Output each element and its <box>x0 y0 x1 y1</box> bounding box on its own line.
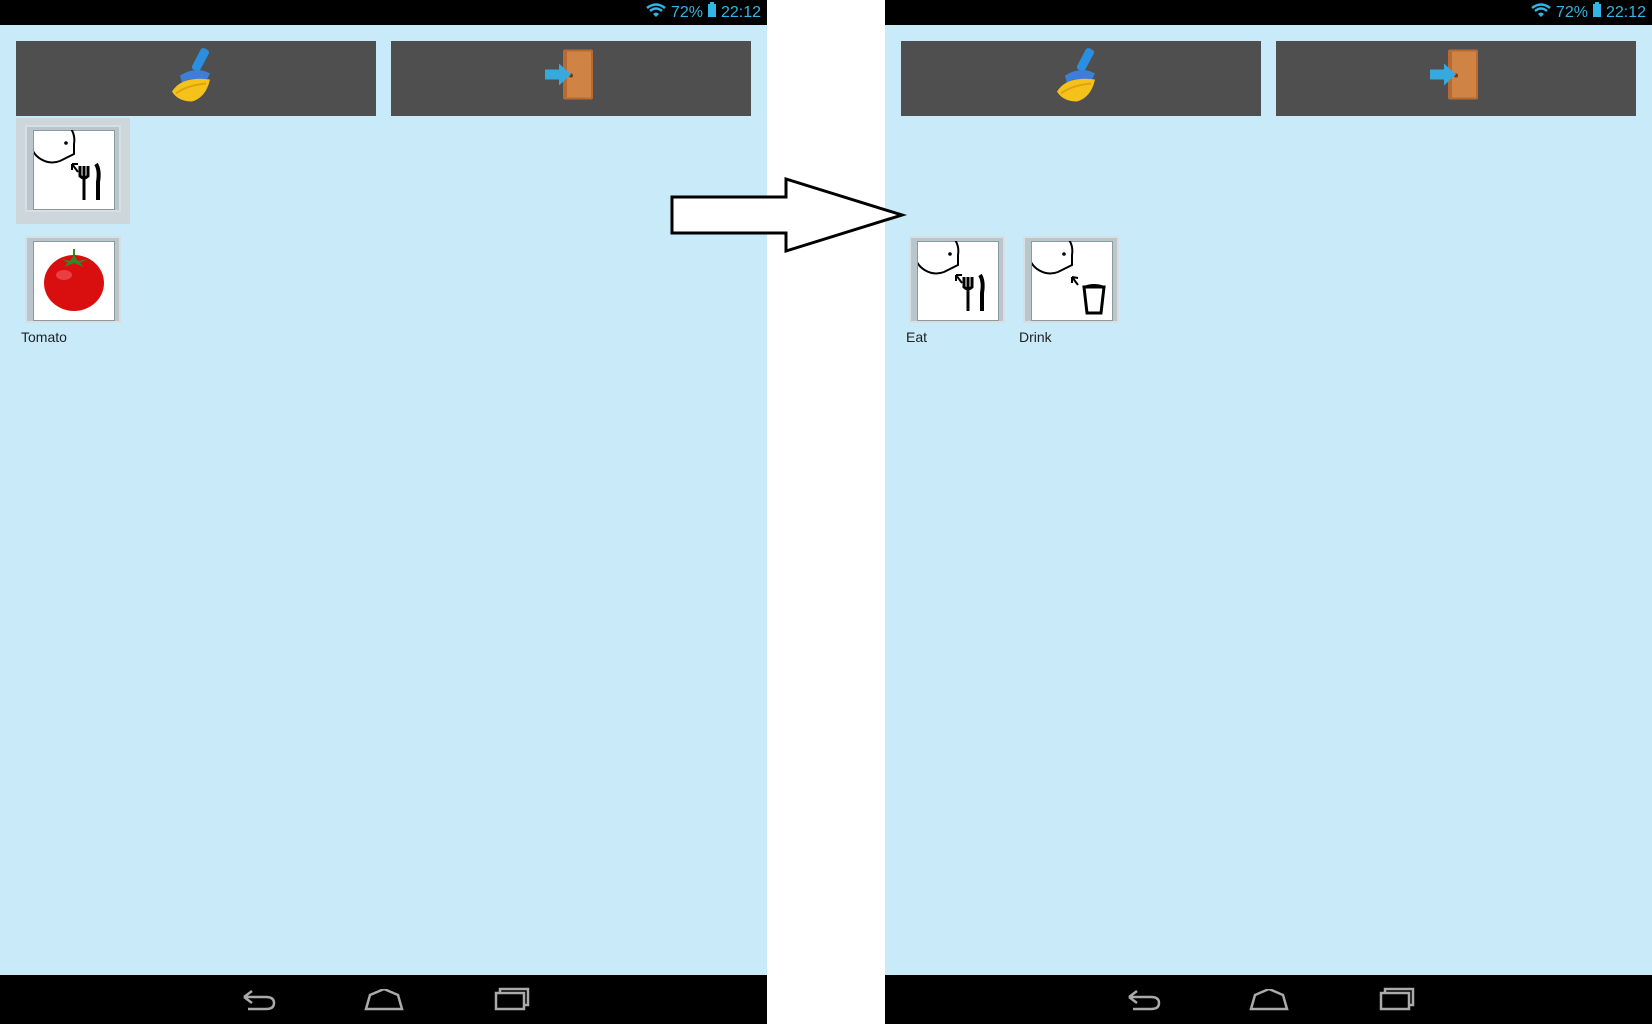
eat-pictogram-icon <box>34 130 114 211</box>
home-icon[interactable] <box>1249 987 1289 1018</box>
exit-button[interactable] <box>1276 41 1636 116</box>
tomato-icon <box>34 241 114 322</box>
back-icon[interactable] <box>238 987 278 1018</box>
nav-bar <box>0 975 767 1024</box>
back-icon[interactable] <box>1123 987 1163 1018</box>
wifi-icon <box>645 2 667 23</box>
battery-level: 72% <box>670 3 703 21</box>
clock: 22:12 <box>720 3 761 21</box>
clock: 22:12 <box>1605 3 1646 21</box>
eat-label: Eat <box>906 329 928 345</box>
broom-icon <box>166 45 226 112</box>
left-screen: 72% 22:12 Tomato <box>0 0 767 1024</box>
right-screen: 72% 22:12 Eat Drink <box>885 0 1652 1024</box>
recent-apps-icon[interactable] <box>494 987 534 1018</box>
drink-pictogram-icon <box>1032 241 1112 322</box>
tomato-label: Tomato <box>21 329 67 345</box>
battery-level: 72% <box>1555 3 1588 21</box>
home-icon[interactable] <box>364 987 404 1018</box>
exit-door-icon <box>1426 45 1486 112</box>
exit-button[interactable] <box>391 41 751 116</box>
exit-door-icon <box>541 45 601 112</box>
battery-icon <box>707 2 717 23</box>
recent-apps-icon[interactable] <box>1379 987 1419 1018</box>
clear-button[interactable] <box>16 41 376 116</box>
status-bar: 72% 22:12 <box>885 0 1652 25</box>
selected-eat-tile[interactable] <box>25 125 121 212</box>
nav-bar <box>885 975 1652 1024</box>
status-bar: 72% 22:12 <box>0 0 767 25</box>
wifi-icon <box>1530 2 1552 23</box>
tomato-tile[interactable] <box>25 236 121 323</box>
clear-button[interactable] <box>901 41 1261 116</box>
eat-tile[interactable] <box>909 236 1005 323</box>
eat-pictogram-icon <box>918 241 998 322</box>
drink-tile[interactable] <box>1023 236 1119 323</box>
transition-arrow-icon <box>668 175 908 264</box>
battery-icon <box>1592 2 1602 23</box>
broom-icon <box>1051 45 1111 112</box>
drink-label: Drink <box>1019 329 1052 345</box>
